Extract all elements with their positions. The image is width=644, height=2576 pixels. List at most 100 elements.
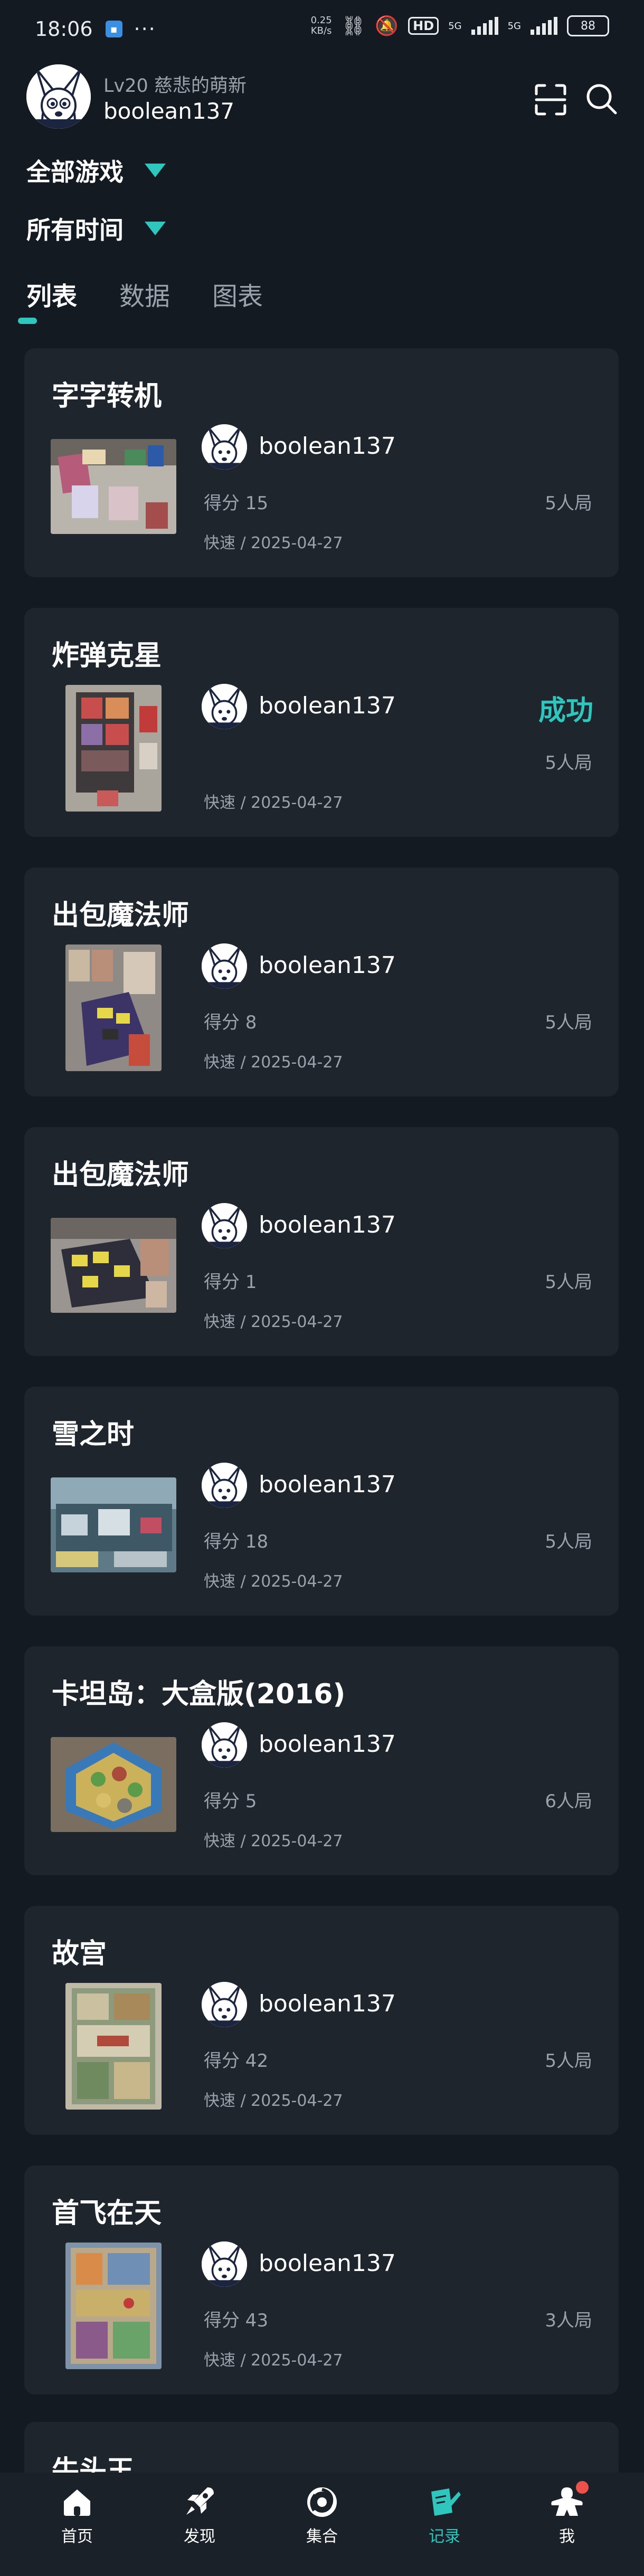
network-speed-unit: KB/s (310, 25, 332, 36)
tab-data[interactable]: 数据 (119, 275, 170, 312)
user-level: Lv20 慈悲的萌新 (103, 75, 247, 97)
rocket-icon (186, 2487, 214, 2515)
status-indicators: 0.25 KB/s ⛓ 🔕 HD 5G 5G 88 (311, 15, 609, 37)
bunny-avatar-icon (202, 1203, 247, 1248)
record-card[interactable]: 出包魔法师 boolean137 得分 8 5人局 快速 / 2025-04-2… (24, 867, 619, 1096)
caret-down-icon (145, 222, 166, 235)
player-count: 3人局 (545, 2310, 592, 2331)
status-bar: 18:06 ▪ ··· 0.25 KB/s ⛓ 🔕 HD 5G 5G 88 (0, 0, 644, 58)
player-avatar (202, 1982, 247, 2027)
record-card[interactable]: 雪之时 boolean137 得分 18 5人局 快速 / 2025-04-27 (24, 1387, 619, 1616)
player-score: 得分 1 (204, 1272, 257, 1293)
player-score: 得分 15 (204, 493, 269, 514)
player-name: boolean137 (259, 692, 396, 719)
battery-level: 88 (581, 19, 595, 33)
battery-icon: 88 (567, 15, 609, 36)
swirl-icon (307, 2487, 337, 2517)
player-count: 5人局 (545, 1531, 592, 1552)
bottom-nav: 首页 发现 集合 记录 我 (0, 2473, 644, 2576)
player-score: 得分 43 (204, 2310, 269, 2331)
bunny-avatar-icon (202, 2241, 247, 2287)
notification-dot (576, 2481, 589, 2494)
more-notifications-icon: ··· (134, 17, 156, 41)
player-count: 6人局 (545, 1791, 592, 1812)
mute-bell-icon: 🔕 (375, 15, 399, 37)
player-name: boolean137 (259, 952, 396, 979)
record-card[interactable]: 故宫 boolean137 得分 42 5人局 快速 / 2025-04-27 (24, 1906, 619, 2135)
bunny-avatar-icon (202, 684, 247, 729)
player-name: boolean137 (259, 1471, 396, 1498)
record-meta: 快速 / 2025-04-27 (204, 1313, 343, 1331)
tab-list[interactable]: 列表 (26, 275, 77, 312)
record-meta: 快速 / 2025-04-27 (204, 2092, 343, 2110)
player-name: boolean137 (259, 433, 396, 460)
nav-home-label: 首页 (61, 2527, 93, 2546)
game-photo (51, 1218, 176, 1313)
player-avatar (202, 943, 247, 989)
record-card[interactable]: 卡坦岛：大盒版(2016) boolean137 得分 5 6人局 快速 / 2… (24, 1646, 619, 1875)
game-title: 炸弹克星 (52, 640, 162, 672)
link-icon: ⛓ (341, 15, 366, 37)
network-speed-value: 0.25 (310, 15, 332, 26)
username: boolean137 (103, 98, 235, 124)
player-avatar (202, 684, 247, 729)
notification-app-icon: ▪ (105, 21, 122, 37)
record-card[interactable]: 出包魔法师 boolean137 得分 1 5人局 快速 / 2025-04-2… (24, 1127, 619, 1356)
home-icon (64, 2489, 90, 2516)
player-count: 5人局 (545, 1272, 592, 1293)
player-name: boolean137 (259, 2250, 396, 2277)
player-name: boolean137 (259, 1731, 396, 1758)
bunny-avatar-icon (202, 1982, 247, 2027)
nav-home[interactable]: 首页 (24, 2473, 130, 2576)
network-type-2: 5G (507, 20, 521, 32)
signal-icon-1 (471, 17, 498, 35)
nav-collection-label: 集合 (306, 2527, 338, 2546)
game-filter-dropdown[interactable]: 全部游戏 (26, 153, 166, 188)
tab-chart[interactable]: 图表 (212, 275, 263, 312)
record-card[interactable]: 首飞在天 boolean137 得分 43 3人局 快速 / 2025-04-2… (24, 2165, 619, 2394)
record-meta: 快速 / 2025-04-27 (204, 794, 343, 812)
record-meta: 快速 / 2025-04-27 (204, 534, 343, 552)
active-tab-indicator (18, 318, 37, 324)
nav-collection[interactable]: 集合 (269, 2473, 375, 2576)
bunny-avatar-icon (26, 64, 91, 129)
game-title: 字字转机 (52, 380, 162, 412)
player-avatar (202, 1463, 247, 1508)
record-card[interactable]: 字字转机 boolean137 得分 15 5人局 快速 / 2025-04-2… (24, 348, 619, 577)
bunny-avatar-icon (202, 1463, 247, 1508)
game-title: 出包魔法师 (52, 900, 190, 931)
player-count: 5人局 (545, 2050, 592, 2072)
player-count: 5人局 (545, 493, 592, 514)
search-icon[interactable] (585, 82, 618, 115)
network-speed: 0.25 KB/s (311, 15, 332, 36)
game-filter-label: 全部游戏 (26, 158, 124, 186)
nav-me[interactable]: 我 (514, 2473, 620, 2576)
time-filter-dropdown[interactable]: 所有时间 (26, 211, 166, 246)
player-score: 得分 5 (204, 1791, 257, 1812)
nav-records[interactable]: 记录 (392, 2473, 497, 2576)
nav-discover-label: 发现 (184, 2527, 215, 2546)
nav-me-label: 我 (559, 2527, 575, 2546)
nav-discover[interactable]: 发现 (147, 2473, 252, 2576)
player-avatar (202, 1203, 247, 1248)
game-title: 卡坦岛：大盒版(2016) (52, 1678, 346, 1710)
game-title: 故宫 (52, 1938, 107, 1970)
record-meta: 快速 / 2025-04-27 (204, 1053, 343, 1072)
game-photo (51, 439, 176, 534)
record-card[interactable]: 炸弹克星 boolean137 成功 5人局 快速 / 2025-04-27 (24, 608, 619, 837)
player-score: 得分 42 (204, 2050, 269, 2072)
game-photo (65, 1983, 162, 2110)
bunny-avatar-icon (202, 424, 247, 470)
caret-down-icon (145, 164, 166, 177)
scan-icon[interactable] (534, 83, 567, 116)
record-meta: 快速 / 2025-04-27 (204, 1572, 343, 1591)
avatar[interactable] (26, 64, 91, 129)
hd-call-icon: HD (408, 17, 439, 35)
network-type-1: 5G (448, 20, 462, 32)
view-tabs: 列表 数据 图表 (26, 275, 263, 312)
player-name: boolean137 (259, 1990, 396, 2017)
player-score: 得分 18 (204, 1531, 269, 1552)
record-meta: 快速 / 2025-04-27 (204, 1832, 343, 1850)
edit-note-icon (431, 2488, 461, 2516)
bunny-avatar-icon (202, 943, 247, 989)
